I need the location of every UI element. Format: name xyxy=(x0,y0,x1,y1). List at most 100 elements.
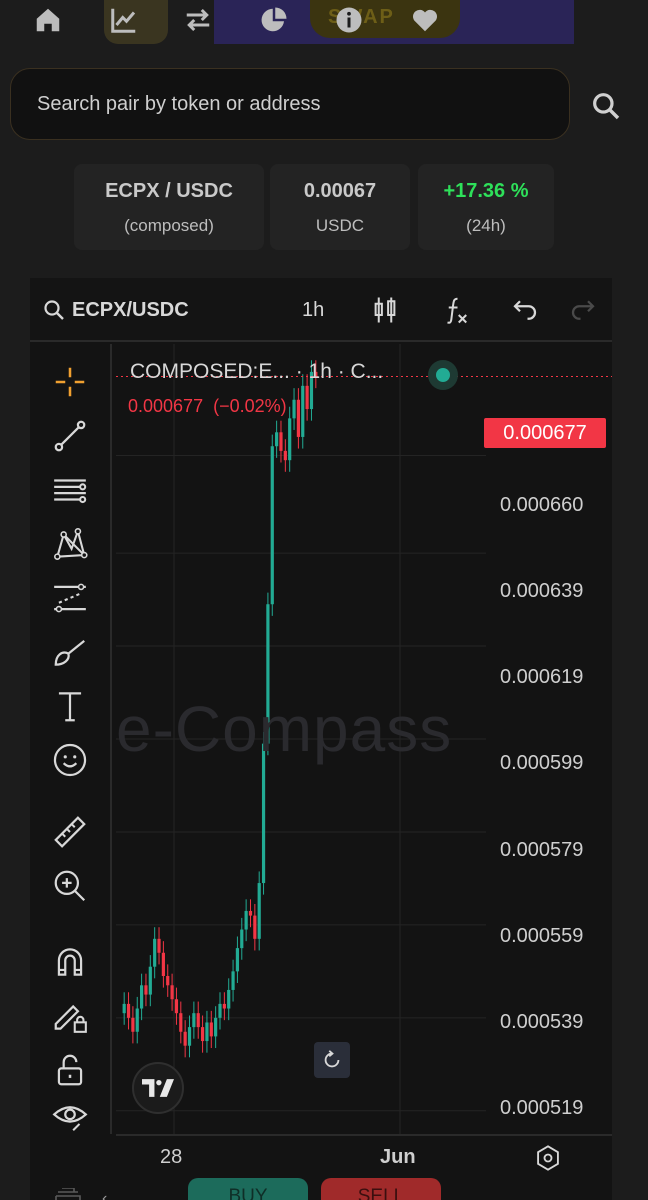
candle-body xyxy=(244,910,248,930)
pattern-icon[interactable] xyxy=(50,524,90,564)
wallet-icon[interactable] xyxy=(54,1188,82,1200)
candle-body xyxy=(183,1031,187,1046)
y-tick: 0.000579 xyxy=(500,839,584,861)
chart-toolbar: ECPX/USDC 1h xyxy=(30,278,612,342)
candle-body xyxy=(153,938,157,967)
heart-icon[interactable] xyxy=(409,4,441,36)
info-icon[interactable] xyxy=(333,4,365,36)
candle-body xyxy=(296,399,300,437)
home-icon[interactable] xyxy=(32,4,64,36)
settings-icon[interactable] xyxy=(534,1144,562,1172)
pie-chart-icon[interactable] xyxy=(258,4,290,36)
candle-body xyxy=(135,1008,139,1032)
candle-body xyxy=(192,1013,196,1028)
forecast-icon[interactable] xyxy=(50,578,90,618)
chart-legend-title[interactable]: COMPOSED:E... · 1h · C... xyxy=(130,360,383,384)
market-status-icon[interactable] xyxy=(428,360,458,390)
unlock-icon[interactable] xyxy=(50,1050,90,1090)
y-tick: 0.000599 xyxy=(500,752,584,774)
lock-drawings-icon[interactable] xyxy=(50,996,90,1036)
eye-icon[interactable] xyxy=(50,1096,90,1136)
candle-body xyxy=(279,432,283,451)
candle-body xyxy=(283,450,287,461)
emoji-icon[interactable] xyxy=(50,740,90,780)
tradingview-logo-icon xyxy=(142,1079,174,1097)
last-price-tag: 0.000677 xyxy=(484,418,606,448)
collapse-toolbar-icon[interactable]: ‹ xyxy=(102,1190,107,1200)
y-tick: 0.000639 xyxy=(500,580,584,602)
candle-body xyxy=(305,385,309,410)
candle-body xyxy=(209,1022,213,1037)
text-icon[interactable] xyxy=(50,686,90,726)
time-axis[interactable]: 28 Jun xyxy=(116,1134,612,1174)
magnet-icon[interactable] xyxy=(50,942,90,982)
tradingview-logo[interactable] xyxy=(132,1062,184,1114)
candle-body xyxy=(157,938,161,953)
y-tick: 0.000539 xyxy=(500,1011,584,1033)
y-tick: 0.000619 xyxy=(500,666,584,688)
search-input[interactable] xyxy=(37,89,537,119)
chart-plot[interactable]: e-Compass COMPOSED:E... · 1h · C... 0.00… xyxy=(116,344,612,1134)
candle-body xyxy=(161,952,165,976)
candle-body xyxy=(200,1027,205,1042)
reset-chart-button[interactable] xyxy=(314,1042,350,1078)
sell-button[interactable]: SELL xyxy=(321,1178,441,1200)
x-tick: Jun xyxy=(380,1146,416,1168)
symbol-label: ECPX/USDC xyxy=(72,298,189,321)
candle-body xyxy=(140,985,144,1009)
candle-body xyxy=(126,1003,131,1018)
symbol-search-button[interactable]: ECPX/USDC xyxy=(42,292,189,328)
change-period: (24h) xyxy=(466,216,506,235)
candle-body xyxy=(248,910,253,916)
candle-body xyxy=(205,1022,209,1042)
candle-body xyxy=(240,929,244,949)
legend-last: 0.000677 xyxy=(128,396,204,416)
indicators-icon[interactable] xyxy=(440,292,470,328)
x-tick: 28 xyxy=(160,1146,183,1168)
price-card: 0.00067 USDC xyxy=(270,164,410,250)
candle-body xyxy=(231,971,235,990)
pair-card: ECPX / USDC (composed) xyxy=(74,164,264,250)
reset-icon xyxy=(324,1050,340,1068)
candle-body xyxy=(122,1003,126,1014)
top-nav: SWAP xyxy=(0,0,648,48)
buy-button[interactable]: BUY xyxy=(188,1178,308,1200)
candle-body xyxy=(288,418,292,461)
redo-icon[interactable] xyxy=(568,292,598,328)
candle-body xyxy=(144,985,148,995)
price-unit: USDC xyxy=(315,216,365,235)
candle-body xyxy=(174,999,179,1014)
candle-body xyxy=(187,1027,192,1046)
chart-icon[interactable] xyxy=(108,4,140,36)
candle-body xyxy=(270,446,274,605)
candle-body xyxy=(131,1017,135,1032)
candle-body xyxy=(148,966,152,995)
candles-icon[interactable] xyxy=(370,292,400,328)
candle-body xyxy=(214,1017,218,1037)
change-card: +17.36 % (24h) xyxy=(418,164,554,250)
candle-body xyxy=(196,1013,200,1028)
pair-subtitle: (composed) xyxy=(124,216,214,235)
candle-body xyxy=(166,976,170,986)
candle-body xyxy=(301,385,305,437)
candle-body xyxy=(227,989,231,1009)
candle-body xyxy=(275,432,279,447)
y-tick: 0.000660 xyxy=(500,494,584,516)
watermark: e-Compass xyxy=(116,693,453,765)
search-box xyxy=(10,68,570,140)
legend-change: (−0.02%) xyxy=(213,396,287,416)
candle-body xyxy=(292,399,296,419)
trend-line-icon[interactable] xyxy=(50,416,90,456)
ruler-icon[interactable] xyxy=(50,812,90,852)
undo-icon[interactable] xyxy=(510,292,540,328)
fib-lines-icon[interactable] xyxy=(50,470,90,510)
zoom-in-icon[interactable] xyxy=(50,866,90,906)
search-icon[interactable] xyxy=(590,90,622,122)
interval-button[interactable]: 1h xyxy=(302,292,324,328)
chart-ohlc: 0.000677 (−0.02%) xyxy=(128,396,287,417)
candle-body xyxy=(257,883,261,939)
crosshair-icon[interactable] xyxy=(50,362,90,402)
brush-icon[interactable] xyxy=(50,632,90,672)
swap-arrows-icon[interactable] xyxy=(182,4,214,36)
candle-body xyxy=(170,985,174,1000)
